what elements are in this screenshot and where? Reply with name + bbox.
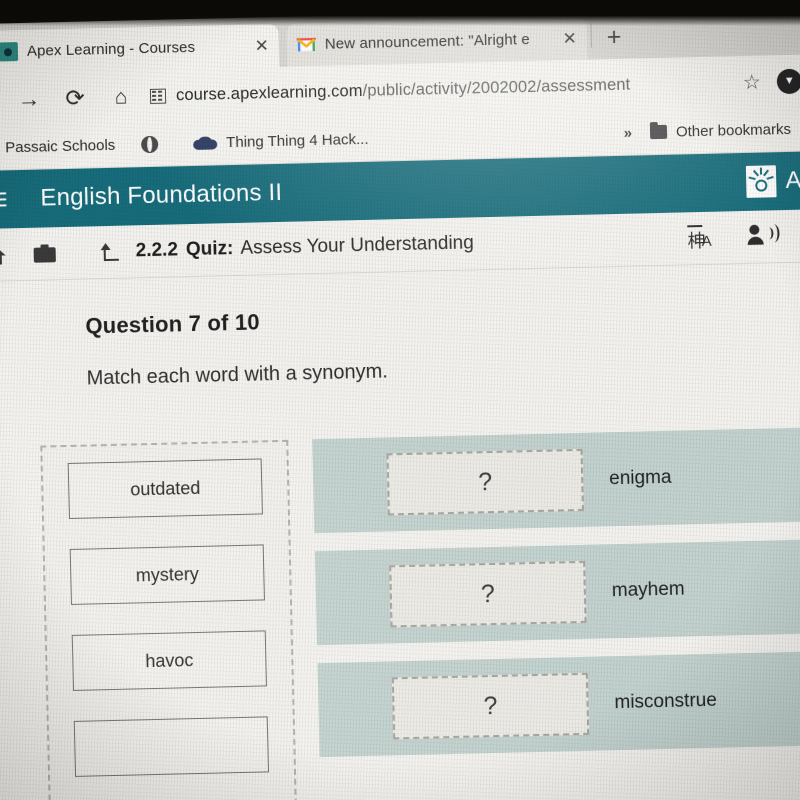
reload-icon[interactable]: ⟳ xyxy=(52,84,99,110)
home-icon[interactable] xyxy=(0,245,6,265)
tab-title: Apex Learning - Courses xyxy=(26,38,196,60)
browser-tab-gmail[interactable]: New announcement: "Alright e ✕ xyxy=(286,16,588,67)
new-tab-button[interactable]: + xyxy=(606,23,621,51)
hamburger-menu-icon[interactable] xyxy=(0,191,7,208)
close-icon[interactable]: ✕ xyxy=(562,29,577,48)
home-icon[interactable]: ⌂ xyxy=(98,85,144,108)
bookmark-other-bookmarks[interactable]: Other bookmarks xyxy=(649,120,792,141)
bookmark-globe[interactable] xyxy=(141,135,167,153)
match-targets: ? enigma ? mayhem ? misconstrue xyxy=(312,426,800,800)
brand: Apex L xyxy=(746,163,800,198)
apex-favicon xyxy=(0,42,19,62)
drop-slot[interactable]: ? xyxy=(389,560,587,628)
chromebook-screen: Apex Learning - Courses ✕ New announceme… xyxy=(0,3,800,800)
folder-icon xyxy=(649,124,668,140)
address-bar[interactable]: course.apexlearning.com/public/activity/… xyxy=(149,64,768,113)
url-text: course.apexlearning.com/public/activity/… xyxy=(176,75,631,105)
bookmark-star-icon[interactable]: ☆ xyxy=(743,69,768,95)
match-term: mayhem xyxy=(611,578,685,602)
match-row: ? misconstrue xyxy=(317,650,800,758)
bookmarks-bar-right: » Other bookmarks xyxy=(623,118,800,143)
forward-icon[interactable]: → xyxy=(6,85,53,112)
gamepad-icon xyxy=(193,136,217,150)
bookmark-label: Other bookmarks xyxy=(675,120,792,141)
question-prompt: Match each word with a synonym. xyxy=(86,360,389,390)
url-path: /public/activity/2002002/assessment xyxy=(362,75,631,100)
bookmark-thing-thing-4-hack[interactable]: Thing Thing 4 Hack... xyxy=(193,130,369,151)
photo-of-screen: Apex Learning - Courses ✕ New announceme… xyxy=(0,0,800,800)
lesson-name: Assess Your Understanding xyxy=(240,232,475,259)
translate-icon[interactable]: 柛A xyxy=(687,224,718,251)
bookmark-passaic-schools[interactable]: Passaic Schools xyxy=(0,136,115,156)
word-tile[interactable] xyxy=(73,716,270,777)
brand-name: Apex L xyxy=(785,165,800,195)
overflow-chevron-icon[interactable]: » xyxy=(623,124,632,141)
bookmark-label: Passaic Schools xyxy=(5,136,116,156)
word-bank[interactable]: outdated mystery havoc xyxy=(40,439,297,800)
globe-icon xyxy=(141,135,159,153)
match-row: ? mayhem xyxy=(314,538,800,646)
lesson-bar-tools: 柛A xyxy=(687,222,800,251)
drop-slot[interactable]: ? xyxy=(391,672,590,740)
match-term: misconstrue xyxy=(614,689,718,714)
site-info-icon[interactable] xyxy=(149,88,167,104)
read-aloud-icon[interactable] xyxy=(747,224,780,249)
lesson-kind: Quiz: xyxy=(185,238,234,261)
download-icon[interactable]: ▼ xyxy=(776,68,800,94)
match-term: enigma xyxy=(608,466,672,490)
gmail-favicon xyxy=(294,35,318,54)
url-host: course.apexlearning.com xyxy=(175,81,363,104)
browser-tab-apex-learning[interactable]: Apex Learning - Courses ✕ xyxy=(0,23,280,74)
word-tile[interactable]: havoc xyxy=(71,630,267,691)
question-content: Question 7 of 10 Match each word with a … xyxy=(0,261,800,800)
drop-slot[interactable]: ? xyxy=(386,448,584,516)
briefcase-icon[interactable] xyxy=(34,244,56,263)
tab-title: New announcement: "Alright e xyxy=(324,31,530,53)
course-title: English Foundations II xyxy=(40,178,283,212)
lesson-number: 2.2.2 xyxy=(135,239,179,262)
tab-divider xyxy=(590,23,593,48)
question-counter: Question 7 of 10 xyxy=(85,309,261,339)
close-icon[interactable]: ✕ xyxy=(254,36,269,55)
go-up-icon[interactable] xyxy=(100,242,119,261)
apex-lightbulb-logo xyxy=(746,165,777,198)
matching-exercise: outdated mystery havoc ? enigma ? mayhem xyxy=(40,426,800,800)
match-row: ? enigma xyxy=(312,426,800,534)
bookmark-label: Thing Thing 4 Hack... xyxy=(226,130,369,151)
word-tile[interactable]: mystery xyxy=(69,544,265,605)
word-tile[interactable]: outdated xyxy=(67,458,263,519)
